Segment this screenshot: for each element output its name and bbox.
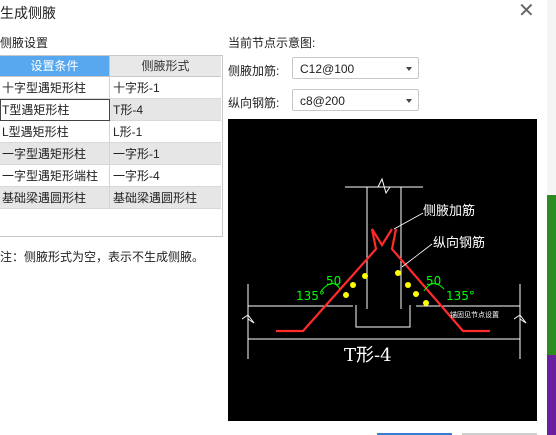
table-row[interactable]: 十字型遇矩形柱 十字形-1 [0,77,222,99]
table-header: 设置条件 侧腋形式 [0,56,222,77]
side-bar-label: 侧腋加筋: [228,64,280,78]
label-long-bar: 纵向钢筋 [433,235,485,251]
table-row[interactable]: 一字型遇矩形端柱 一字形-4 [0,165,222,187]
cell-condition[interactable]: T型遇矩形柱 [0,99,110,121]
chevron-down-icon [406,67,412,71]
settings-table: 设置条件 侧腋形式 十字型遇矩形柱 十字形-1 T型遇矩形柱 T形-4 L型遇矩… [0,55,223,237]
dim-left: 50 [326,274,341,288]
close-icon[interactable]: ✕ [518,0,535,24]
hint-note: 注：侧腋形式为空，表示不生成侧腋。 [0,250,205,264]
cell-form[interactable]: 十字形-1 [110,77,221,99]
section-label-settings: 侧腋设置 [0,36,49,50]
edge-green [547,195,556,365]
diagram-caption: T形-4 [344,345,392,366]
long-bar-label: 纵向钢筋: [228,96,280,110]
dim-right: 50 [426,274,441,288]
table-row[interactable]: T型遇矩形柱 T形-4 [0,99,222,121]
cell-form[interactable]: 基础梁遇圆形柱 [110,187,221,209]
cell-form[interactable]: 一字形-4 [110,165,221,187]
long-bar-value: c8@200 [300,94,345,108]
cell-condition[interactable]: 十字型遇矩形柱 [0,77,110,99]
cell-condition[interactable]: 一字型遇矩形柱 [0,143,110,165]
cell-form[interactable]: T形-4 [110,99,221,121]
background-window-edge [547,0,556,435]
cell-form[interactable]: 一字形-1 [110,143,221,165]
window-title: 生成侧腋 [0,5,56,21]
node-diagram: 侧腋加筋 纵向钢筋 50 50 135° 135° 锚固见节点设置 T形-4 [228,119,537,421]
side-bar-value: C12@100 [300,62,355,76]
table-row[interactable]: 一字型遇矩形柱 一字形-1 [0,143,222,165]
angle-right: 135° [446,289,475,303]
node-diagram-svg: 侧腋加筋 纵向钢筋 50 50 135° 135° 锚固见节点设置 T形-4 [241,177,527,366]
cell-condition[interactable]: 一字型遇矩形端柱 [0,165,110,187]
angle-left: 135° [296,289,325,303]
long-bar-select[interactable]: c8@200 [292,89,419,111]
edge-purple [547,355,556,435]
chevron-down-icon [406,99,412,103]
cell-form[interactable]: L形-1 [110,121,221,143]
edge-top [547,0,556,210]
side-bar-select[interactable]: C12@100 [292,57,419,79]
table-row[interactable]: 基础梁遇圆形柱 基础梁遇圆形柱 [0,187,222,209]
label-side-bar: 侧腋加筋 [423,203,475,219]
header-condition[interactable]: 设置条件 [0,56,110,77]
cell-condition[interactable]: 基础梁遇圆形柱 [0,187,110,209]
anchor-note: 锚固见节点设置 [450,310,499,319]
section-label-diagram: 当前节点示意图: [228,36,316,50]
header-form[interactable]: 侧腋形式 [110,56,221,77]
table-row[interactable]: L型遇矩形柱 L形-1 [0,121,222,143]
cell-condition[interactable]: L型遇矩形柱 [0,121,110,143]
